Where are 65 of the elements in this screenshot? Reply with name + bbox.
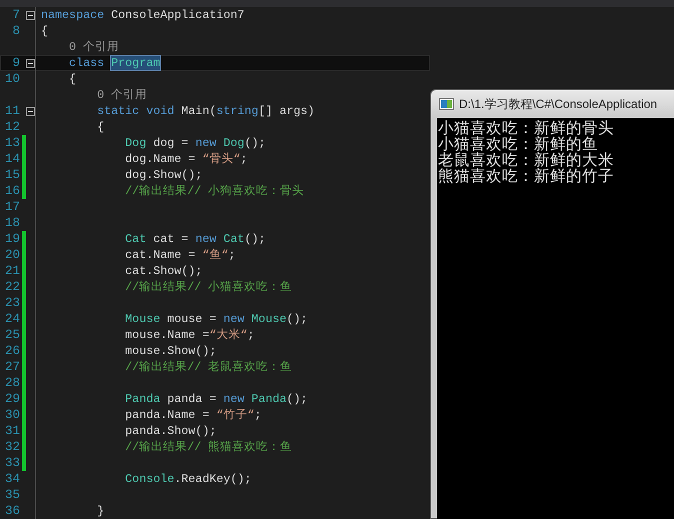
line-number: 8 <box>11 23 20 39</box>
line-number: 20 <box>4 247 20 263</box>
code-line: dog.Name = “骨头“; <box>124 151 248 167</box>
line-number: 10 <box>4 71 20 87</box>
code-line: Dog dog = new Dog(); <box>124 135 266 151</box>
line-number: 21 <box>4 263 20 279</box>
console-output-line: 熊猫喜欢吃：新鲜的竹子 <box>438 168 614 184</box>
code-line: mouse.Show(); <box>124 343 216 359</box>
code-line: cat.Name = “鱼“; <box>124 247 236 263</box>
console-output-line: 老鼠喜欢吃：新鲜的大米 <box>438 152 614 168</box>
collapse-icon[interactable] <box>26 58 35 68</box>
line-number: 30 <box>4 407 20 423</box>
console-output-line: 小猫喜欢吃：新鲜的骨头 <box>438 120 614 136</box>
line-number: 33 <box>4 455 20 471</box>
code-line: } <box>96 503 104 519</box>
code-line: panda.Name = “竹子“; <box>124 407 262 423</box>
line-number: 35 <box>4 487 20 503</box>
collapse-icon[interactable] <box>26 106 35 116</box>
line-number: 11 <box>4 103 20 119</box>
code-line: Panda panda = new Panda(); <box>124 391 308 407</box>
code-line: { <box>40 23 48 39</box>
line-number: 23 <box>4 295 20 311</box>
code-line: Cat cat = new Cat(); <box>124 231 266 247</box>
line-number: 13 <box>4 135 20 151</box>
line-number: 9 <box>11 55 20 71</box>
reference-count[interactable]: 0 个引用 <box>41 40 120 54</box>
code-line: //输出结果// 小狗喜欢吃：骨头 <box>124 183 304 199</box>
line-number: 16 <box>4 183 20 199</box>
line-number: 25 <box>4 327 20 343</box>
code-line: //输出结果// 熊猫喜欢吃：鱼 <box>124 439 292 455</box>
code-line: //输出结果// 小猫喜欢吃：鱼 <box>124 279 292 295</box>
line-number: 27 <box>4 359 20 375</box>
code-line: Mouse mouse = new Mouse(); <box>124 311 308 327</box>
code-line: namespace ConsoleApplication7 <box>40 7 244 23</box>
line-number: 32 <box>4 439 20 455</box>
line-number: 12 <box>4 119 20 135</box>
console-app-icon <box>439 98 454 110</box>
line-number: 26 <box>4 343 20 359</box>
line-number: 29 <box>4 391 20 407</box>
collapse-icon[interactable] <box>26 10 35 20</box>
line-number: 36 <box>4 503 20 519</box>
code-line: panda.Show(); <box>124 423 216 439</box>
line-number: 18 <box>4 215 20 231</box>
code-line: { <box>96 119 104 135</box>
line-number: 19 <box>4 231 20 247</box>
line-number: 31 <box>4 423 20 439</box>
code-line: Console.ReadKey(); <box>124 471 252 487</box>
line-number: 28 <box>4 375 20 391</box>
line-number: 22 <box>4 279 20 295</box>
window-title: D:\1.学习教程\C#\ConsoleApplication <box>459 96 658 112</box>
line-number: 34 <box>4 471 20 487</box>
reference-count[interactable]: 0 个引用 <box>41 88 148 102</box>
code-line: class Program <box>68 55 160 71</box>
line-number: 14 <box>4 151 20 167</box>
code-line: static void Main(string[] args) <box>96 103 315 119</box>
code-line: //输出结果// 老鼠喜欢吃：鱼 <box>124 359 292 375</box>
line-number: 24 <box>4 311 20 327</box>
console-output-line: 小猫喜欢吃：新鲜的鱼 <box>438 136 598 152</box>
line-number: 17 <box>4 199 20 215</box>
code-line: mouse.Name =“大米“; <box>124 327 254 343</box>
line-number: 7 <box>11 7 20 23</box>
line-number: 15 <box>4 167 20 183</box>
code-line: { <box>68 71 76 87</box>
code-line: dog.Show(); <box>124 167 202 183</box>
code-line: cat.Show(); <box>124 263 202 279</box>
